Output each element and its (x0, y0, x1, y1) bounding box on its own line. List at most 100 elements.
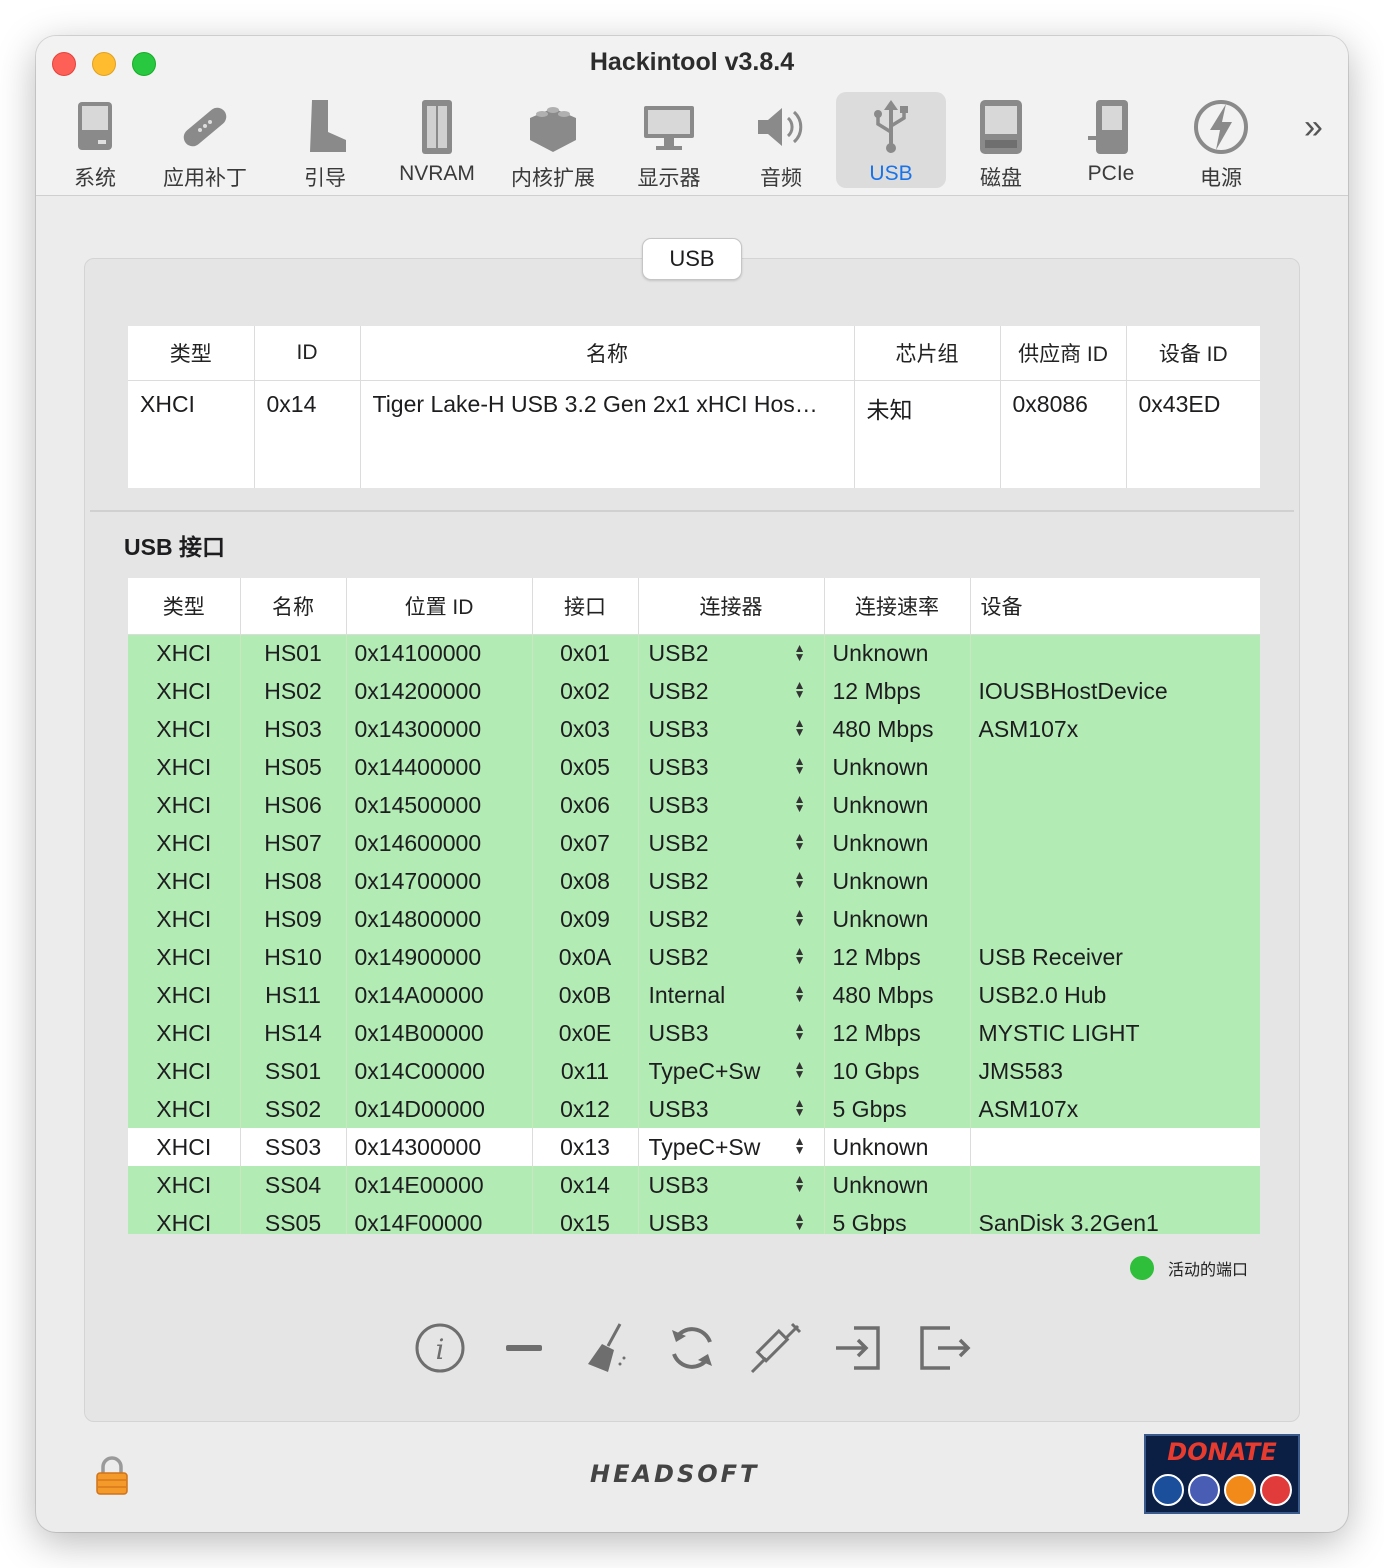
toolbar-item-系统[interactable]: 系统 (40, 92, 150, 190)
ports-table-scroll[interactable]: 类型 名称 位置 ID 接口 连接器 连接速率 设备 XHCI HS01 0x14100000 0… (128, 578, 1260, 1234)
port-row[interactable]: XHCI HS07 0x14600000 0x07 USB2 ▲ ▼ Unknown (128, 824, 1260, 862)
port-row[interactable]: XHCI HS02 0x14200000 0x02 USB2 ▲ ▼ 12 Mbps IOUSB… (128, 672, 1260, 710)
titlebar: Hackintool v3.8.4 系统 应用补丁 引导 NVRAM 内核扩展 显示器 音频… (36, 36, 1348, 196)
toolbar-item-显示器[interactable]: 显示器 (614, 92, 724, 190)
connector-select[interactable]: USB3 ▲ ▼ (638, 1014, 825, 1052)
port-row[interactable]: XHCI SS04 0x14E00000 0x14 USB3 ▲ ▼ Unknown (128, 1166, 1260, 1204)
port-type-cell: XHCI (128, 1166, 241, 1204)
toolbar-item-label: NVRAM (399, 162, 475, 185)
connector-select[interactable]: USB3 ▲ ▼ (638, 1166, 825, 1204)
ports-col-header[interactable]: 类型 (128, 578, 241, 635)
connector-select[interactable]: TypeC+Sw ▲ ▼ (638, 1128, 825, 1166)
toolbar-item-label: 音频 (760, 167, 802, 190)
controller-cell: 0x43ED (1138, 390, 1221, 417)
connector-select[interactable]: Internal ▲ ▼ (638, 976, 825, 1014)
disk-icon (980, 100, 1022, 154)
updown-chevron-icon: ▲ ▼ (793, 792, 806, 815)
connector-select[interactable]: USB2 ▲ ▼ (638, 900, 825, 938)
connector-select[interactable]: USB3 ▲ ▼ (638, 748, 825, 786)
controller-col-header[interactable]: 名称 (360, 326, 855, 381)
connector-select[interactable]: USB3 ▲ ▼ (638, 710, 825, 748)
port-location-cell: 0x14B00000 (346, 1014, 533, 1052)
toolbar-item-pcie[interactable]: PCIe (1056, 92, 1166, 188)
port-port-cell: 0x01 (532, 634, 639, 672)
power-icon (1194, 100, 1248, 154)
port-row[interactable]: XHCI SS01 0x14C00000 0x11 TypeC+Sw ▲ ▼ 10 Gbps J… (128, 1052, 1260, 1090)
port-speed-cell: 480 Mbps (824, 976, 971, 1014)
ports-col-header[interactable]: 连接速率 (824, 578, 971, 635)
controller-col-header[interactable]: 芯片组 (854, 326, 1001, 381)
toolbar-item-音频[interactable]: 音频 (726, 92, 836, 190)
port-name-cell: SS04 (240, 1166, 347, 1204)
port-device-cell (970, 1166, 1260, 1204)
toolbar-item-内核扩展[interactable]: 内核扩展 (498, 92, 608, 190)
port-type-cell: XHCI (128, 900, 241, 938)
legend-label: 活动的端口 (1168, 1262, 1249, 1279)
connector-select[interactable]: USB3 ▲ ▼ (638, 786, 825, 824)
controller-row[interactable]: XHCI 0x14 Tiger Lake-H USB 3.2 Gen 2x1 xHC… (128, 380, 1260, 488)
donate-button[interactable]: DONATE (1144, 1434, 1300, 1514)
connector-select[interactable]: USB2 ▲ ▼ (638, 672, 825, 710)
controller-col-header[interactable]: ID (254, 326, 361, 381)
port-row[interactable]: XHCI HS01 0x14100000 0x01 USB2 ▲ ▼ Unknown (128, 634, 1260, 672)
inject-icon[interactable] (748, 1320, 804, 1376)
toolbar-item-usb[interactable]: USB (836, 92, 946, 188)
lock-icon[interactable] (94, 1456, 130, 1496)
port-row[interactable]: XHCI HS05 0x14400000 0x05 USB3 ▲ ▼ Unknown (128, 748, 1260, 786)
port-name-cell: HS14 (240, 1014, 347, 1052)
import-icon[interactable] (832, 1320, 888, 1376)
updown-chevron-icon: ▲ ▼ (793, 1020, 806, 1043)
controller-col-header[interactable]: 设备 ID (1126, 326, 1260, 381)
port-row[interactable]: XHCI SS05 0x14F00000 0x15 USB3 ▲ ▼ 5 Gbps SanDis… (128, 1204, 1260, 1234)
updown-chevron-icon: ▲ ▼ (793, 1096, 806, 1119)
connector-select[interactable]: TypeC+Sw ▲ ▼ (638, 1052, 825, 1090)
port-row[interactable]: XHCI SS03 0x14300000 0x13 TypeC+Sw ▲ ▼ Unknown (128, 1128, 1260, 1166)
port-row[interactable]: XHCI HS14 0x14B00000 0x0E USB3 ▲ ▼ 12 Mbps MYSTI… (128, 1014, 1260, 1052)
port-row[interactable]: XHCI HS09 0x14800000 0x09 USB2 ▲ ▼ Unknown (128, 900, 1260, 938)
port-row[interactable]: XHCI HS03 0x14300000 0x03 USB3 ▲ ▼ 480 Mbps ASM1… (128, 710, 1260, 748)
port-row[interactable]: XHCI SS02 0x14D00000 0x12 USB3 ▲ ▼ 5 Gbps ASM107… (128, 1090, 1260, 1128)
port-row[interactable]: XHCI HS10 0x14900000 0x0A USB2 ▲ ▼ 12 Mbps USB R… (128, 938, 1260, 976)
connector-value: USB3 (648, 791, 709, 818)
port-type-cell: XHCI (128, 634, 241, 672)
toolbar-item-nvram[interactable]: NVRAM (382, 92, 492, 188)
port-speed-cell: 10 Gbps (824, 1052, 971, 1090)
port-location-cell: 0x14E00000 (346, 1166, 533, 1204)
updown-chevron-icon: ▲ ▼ (793, 1058, 806, 1081)
clean-icon[interactable] (580, 1320, 636, 1376)
more-toolbar-button[interactable]: » (1304, 108, 1323, 147)
toolbar-item-应用补丁[interactable]: 应用补丁 (150, 92, 260, 190)
toolbar-item-磁盘[interactable]: 磁盘 (946, 92, 1056, 190)
port-location-cell: 0x14200000 (346, 672, 533, 710)
port-row[interactable]: XHCI HS08 0x14700000 0x08 USB2 ▲ ▼ Unknown (128, 862, 1260, 900)
ports-col-header[interactable]: 名称 (240, 578, 347, 635)
export-icon[interactable] (916, 1320, 972, 1376)
controller-cell: 未知 (854, 380, 1001, 488)
connector-select[interactable]: USB3 ▲ ▼ (638, 1204, 825, 1234)
port-row[interactable]: XHCI HS06 0x14500000 0x06 USB3 ▲ ▼ Unknown (128, 786, 1260, 824)
connector-value: USB2 (648, 943, 709, 970)
port-row[interactable]: XHCI HS11 0x14A00000 0x0B Internal ▲ ▼ 480 Mbps… (128, 976, 1260, 1014)
connector-value: USB3 (648, 1019, 709, 1046)
ports-col-header[interactable]: 位置 ID (346, 578, 533, 635)
connector-select[interactable]: USB2 ▲ ▼ (638, 824, 825, 862)
toolbar-item-引导[interactable]: 引导 (270, 92, 380, 190)
controller-col-header[interactable]: 类型 (128, 326, 255, 381)
connector-select[interactable]: USB2 ▲ ▼ (638, 938, 825, 976)
controller-col-header[interactable]: 供应商 ID (1000, 326, 1127, 381)
connector-select[interactable]: USB3 ▲ ▼ (638, 1090, 825, 1128)
refresh-icon[interactable] (664, 1320, 720, 1376)
connector-select[interactable]: USB2 ▲ ▼ (638, 862, 825, 900)
ports-col-header[interactable]: 接口 (532, 578, 639, 635)
system-icon (78, 102, 112, 150)
toolbar-item-电源[interactable]: 电源 (1166, 92, 1276, 190)
audio-icon (758, 108, 803, 146)
segment-usb[interactable]: USB (642, 238, 742, 280)
ports-col-header[interactable]: 连接器 (638, 578, 825, 635)
info-icon[interactable]: i (412, 1320, 468, 1376)
ports-section-title: USB 接口 (124, 534, 225, 560)
remove-icon[interactable] (496, 1320, 552, 1376)
connector-select[interactable]: USB2 ▲ ▼ (638, 634, 825, 672)
connector-value: USB2 (648, 639, 709, 666)
ports-col-header[interactable]: 设备 (970, 578, 1260, 635)
